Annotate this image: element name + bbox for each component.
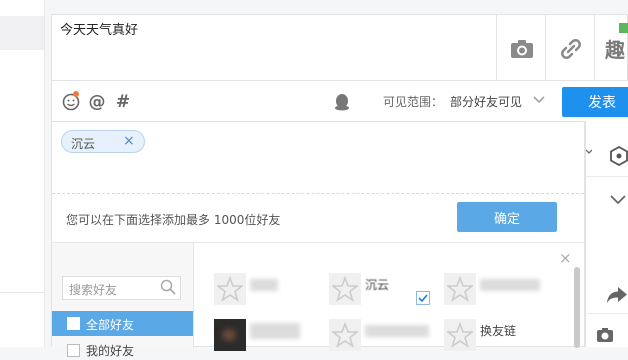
photo-avatar xyxy=(214,319,246,351)
link-icon xyxy=(560,38,581,59)
group-label: 我的好友 xyxy=(86,344,135,358)
friend-item[interactable]: 换友链 xyxy=(444,319,554,355)
chevron-down-icon[interactable] xyxy=(610,195,626,205)
friend-item[interactable] xyxy=(214,273,324,309)
photo-button[interactable] xyxy=(496,15,546,82)
default-avatar-icon xyxy=(444,319,476,351)
friend-item[interactable]: 沉云 xyxy=(329,273,439,309)
composer-toolbar: @ # 可见范围： 部分好友可见 发表 xyxy=(51,81,628,121)
share-icon[interactable] xyxy=(606,286,628,304)
picker-hint: 您可以在下面选择添加最多 1000位好友 xyxy=(66,213,281,227)
chevron-down-icon[interactable] xyxy=(533,95,545,105)
blurred-name xyxy=(365,325,429,337)
mention-button[interactable]: @ xyxy=(88,92,106,112)
visibility-label: 可见范围： xyxy=(383,95,444,109)
friend-checkbox[interactable] xyxy=(416,291,430,305)
interest-icon: 趣 xyxy=(605,38,625,62)
notification-dot xyxy=(73,91,79,97)
remove-chip-button[interactable]: × xyxy=(123,133,135,149)
blurred-name xyxy=(480,279,540,291)
search-friends-input[interactable]: 搜索好友 xyxy=(62,276,181,300)
confirm-button[interactable]: 确定 xyxy=(457,202,557,232)
group-item-mine[interactable]: 我的好友 xyxy=(52,340,193,360)
friend-name: 换友链 xyxy=(480,324,517,338)
penguin-icon xyxy=(335,94,349,111)
friend-item[interactable] xyxy=(329,319,439,355)
friend-name: 沉云 xyxy=(365,278,390,292)
dashed-divider xyxy=(52,193,584,194)
default-avatar-icon xyxy=(214,273,246,305)
chevron-down-small-icon xyxy=(586,149,592,154)
chip-name: 沉云 xyxy=(71,137,96,151)
post-textarea-content[interactable]: 今天天气真好 xyxy=(60,19,138,38)
default-avatar-icon xyxy=(329,273,361,305)
left-gutter xyxy=(0,0,45,347)
blurred-name xyxy=(250,323,300,339)
visibility-select[interactable]: 部分好友可见 xyxy=(450,93,522,110)
group-item-all[interactable]: 全部好友 xyxy=(52,311,193,336)
emoji-button[interactable] xyxy=(62,91,80,111)
topic-button[interactable]: # xyxy=(114,92,132,112)
default-avatar-icon xyxy=(444,273,476,305)
link-button[interactable] xyxy=(545,15,595,82)
close-picker-button[interactable]: × xyxy=(559,249,572,267)
friend-item[interactable] xyxy=(444,273,554,309)
right-side-column xyxy=(585,121,628,347)
group-label: 全部好友 xyxy=(86,318,135,332)
gutter-divider xyxy=(0,292,44,293)
search-icon xyxy=(160,279,176,295)
right-col-divider xyxy=(586,313,628,314)
selected-friend-chip: 沉云 × xyxy=(61,130,145,153)
camera-icon xyxy=(510,39,533,58)
privacy-button[interactable] xyxy=(333,93,351,111)
gutter-band xyxy=(0,16,44,50)
post-composer[interactable]: 今天天气真好 趣 xyxy=(51,14,628,82)
default-avatar-icon xyxy=(329,319,361,351)
checkmark-icon xyxy=(418,294,428,302)
interest-tag-badge xyxy=(619,23,628,33)
camera-icon[interactable] xyxy=(596,327,614,343)
interest-button[interactable]: 趣 xyxy=(594,15,628,82)
group-checkbox[interactable] xyxy=(67,317,80,330)
hexagon-icon[interactable] xyxy=(610,146,628,166)
friend-item[interactable] xyxy=(214,319,324,355)
search-placeholder: 搜索好友 xyxy=(69,283,118,297)
friend-picker-panel: 沉云 × 您可以在下面选择添加最多 1000位好友 确定 搜索好友 全部好友 我… xyxy=(51,121,585,358)
scrollbar[interactable] xyxy=(574,267,580,348)
group-checkbox[interactable] xyxy=(67,344,80,357)
publish-button[interactable]: 发表 xyxy=(562,87,628,117)
blurred-name xyxy=(250,279,278,291)
right-col-divider xyxy=(586,176,628,177)
friend-group-pane: 搜索好友 全部好友 我的好友 xyxy=(52,243,194,358)
